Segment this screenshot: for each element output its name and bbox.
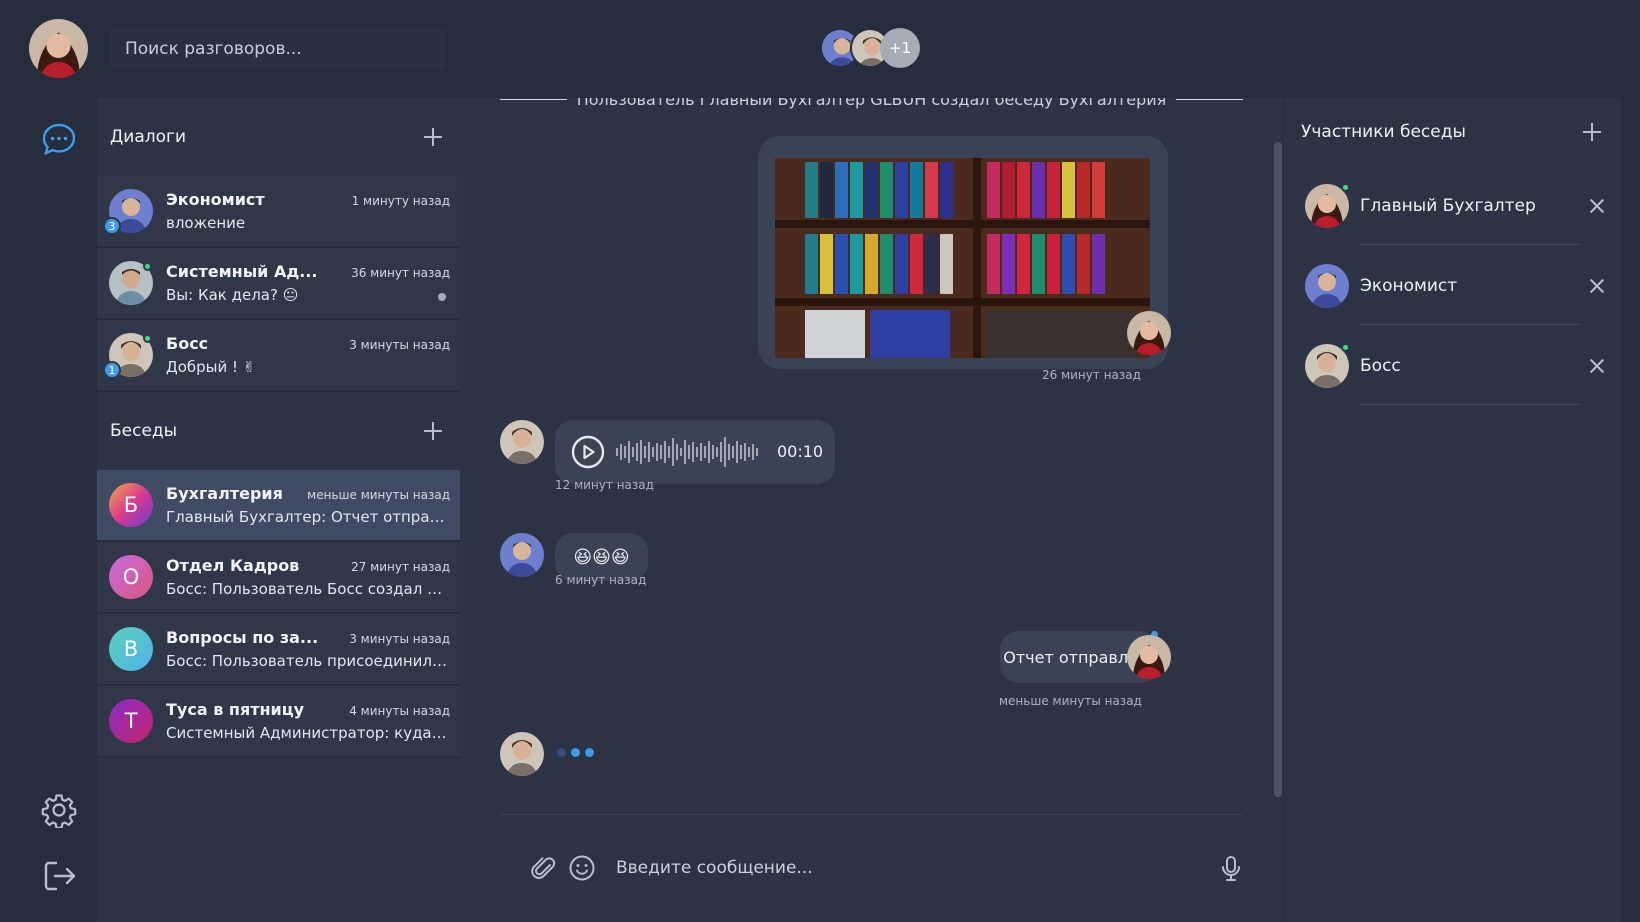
conversations-header: Беседы <box>97 392 460 470</box>
conversations-title: Беседы <box>110 421 178 441</box>
conversation-name: Туса в пятницу <box>166 700 305 719</box>
member-item-chief-accountant[interactable]: Главный Бухгалтер <box>1284 166 1621 246</box>
system-message-text: Пользователь Главный Бухгалтер GLBUH соз… <box>576 98 1167 109</box>
online-indicator <box>143 262 152 271</box>
attachment-icon[interactable] <box>530 854 558 882</box>
composer-divider <box>500 814 1243 815</box>
dialog-time: 1 минуту назад <box>351 194 450 208</box>
member-item-economist[interactable]: Экономист <box>1284 246 1621 326</box>
window-edge <box>1621 0 1640 922</box>
dialogs-title: Диалоги <box>110 127 186 147</box>
voice-message[interactable]: 00:10 <box>555 420 835 484</box>
add-conversation-plus-icon[interactable] <box>422 420 444 442</box>
waveform-icon <box>616 437 758 467</box>
dialog-name: Экономист <box>166 190 265 209</box>
avatar <box>500 533 544 577</box>
avatar <box>1127 635 1171 679</box>
avatar: В <box>109 627 153 671</box>
unread-badge: 3 <box>103 217 121 235</box>
conversation-time: 3 минуты назад <box>349 632 450 646</box>
avatar <box>1127 311 1171 355</box>
more-members-count: +1 <box>880 28 920 68</box>
dialog-name: Босс <box>166 334 209 353</box>
system-message: Пользователь Главный Бухгалтер GLBUH соз… <box>500 98 1243 109</box>
conversation-time: меньше минуты назад <box>307 488 450 502</box>
conversation-item-accounting[interactable]: Б Бухгалтерия меньше минуты назад Главный… <box>97 470 460 542</box>
conversation-preview: Системный Администратор: куда иде... <box>166 724 450 742</box>
logout-icon[interactable] <box>41 858 77 894</box>
play-icon[interactable] <box>571 435 605 469</box>
member-name: Главный Бухгалтер <box>1360 168 1579 245</box>
dialog-name: Системный Ад... <box>166 262 318 281</box>
chat-icon[interactable] <box>41 121 77 157</box>
conversation-time: 27 минут назад <box>351 560 450 574</box>
member-name: Экономист <box>1360 248 1579 325</box>
image-message[interactable] <box>758 136 1168 369</box>
conversation-list-panel: Диалоги 3 Экономист 1 минуту назад вложен… <box>97 98 460 922</box>
voice-duration: 00:10 <box>777 442 824 461</box>
remove-member-close-icon[interactable] <box>1587 356 1607 376</box>
avatar <box>500 420 544 464</box>
avatar: О <box>109 555 153 599</box>
dialog-time: 3 минуты назад <box>349 338 450 352</box>
chat-scrollbar[interactable] <box>1274 142 1282 797</box>
members-header: Участники беседы <box>1284 98 1621 166</box>
user-avatar[interactable] <box>29 19 88 78</box>
remove-member-close-icon[interactable] <box>1587 196 1607 216</box>
conversation-time: 4 минуты назад <box>349 704 450 718</box>
conversation-name: Вопросы по за... <box>166 628 319 647</box>
dialog-item-boss[interactable]: 1 Босс 3 минуты назад Добрый ! ✌ <box>97 320 460 392</box>
conversation-preview: Босс: Пользователь Босс создал бесе... <box>166 580 450 598</box>
conversation-preview: Главный Бухгалтер: Отчет отправлен! <box>166 508 450 526</box>
avatar: Т <box>109 699 153 743</box>
member-name: Босс <box>1360 328 1579 405</box>
avatar <box>500 732 544 776</box>
conversation-item-friday-party[interactable]: Т Туса в пятницу 4 минуты назад Системный… <box>97 686 460 758</box>
dialog-time: 36 минут назад <box>351 266 450 280</box>
conversation-name: Бухгалтерия <box>166 484 283 503</box>
dialog-preview: вложение <box>166 214 246 232</box>
unread-badge: 1 <box>103 361 121 379</box>
shelf-photo <box>775 158 1150 358</box>
typing-indicator <box>557 748 594 757</box>
message-timestamp: 6 минут назад <box>555 573 647 587</box>
message-input[interactable] <box>616 858 1217 878</box>
add-dialog-plus-icon[interactable] <box>422 126 444 148</box>
online-indicator <box>1341 183 1350 192</box>
message-timestamp: 26 минут назад <box>1042 368 1141 382</box>
conversation-item-hr[interactable]: О Отдел Кадров 27 минут назад Босс: Польз… <box>97 542 460 614</box>
dialog-item-sysadmin[interactable]: Системный Ад... 36 минут назад Вы: Как де… <box>97 248 460 320</box>
conversation-name: Отдел Кадров <box>166 556 300 575</box>
search-input[interactable] <box>125 39 446 59</box>
conversation-preview: Босс: Пользователь присоединился к ... <box>166 652 450 670</box>
header-members[interactable]: +1 <box>820 28 920 68</box>
emoji-icon[interactable] <box>568 854 596 882</box>
gear-icon[interactable] <box>41 792 77 829</box>
online-indicator <box>1341 343 1350 352</box>
microphone-icon[interactable] <box>1217 854 1245 882</box>
message-timestamp: меньше минуты назад <box>999 694 1142 708</box>
members-panel: Участники беседы Главный Бухгалтер Эконо… <box>1284 98 1621 922</box>
dialog-preview: Добрый ! ✌ <box>166 358 256 376</box>
add-member-plus-icon[interactable] <box>1581 121 1603 143</box>
online-indicator <box>143 334 152 343</box>
dialogs-header: Диалоги <box>97 98 460 176</box>
remove-member-close-icon[interactable] <box>1587 276 1607 296</box>
avatar: Б <box>109 483 153 527</box>
conversation-item-questions[interactable]: В Вопросы по за... 3 минуты назад Босс: П… <box>97 614 460 686</box>
avatar <box>1305 264 1349 308</box>
dialog-preview: Вы: Как дела? 😐 <box>166 286 299 304</box>
dialog-item-economist[interactable]: 3 Экономист 1 минуту назад вложение <box>97 176 460 248</box>
member-item-boss[interactable]: Босс <box>1284 326 1621 406</box>
search-box[interactable] <box>110 28 446 70</box>
read-status-dot <box>438 293 446 301</box>
members-title: Участники беседы <box>1301 122 1466 142</box>
message-composer <box>530 846 1245 890</box>
chat-area: Пользователь Главный Бухгалтер GLBUH соз… <box>460 98 1283 922</box>
message-timestamp: 12 минут назад <box>555 478 654 492</box>
